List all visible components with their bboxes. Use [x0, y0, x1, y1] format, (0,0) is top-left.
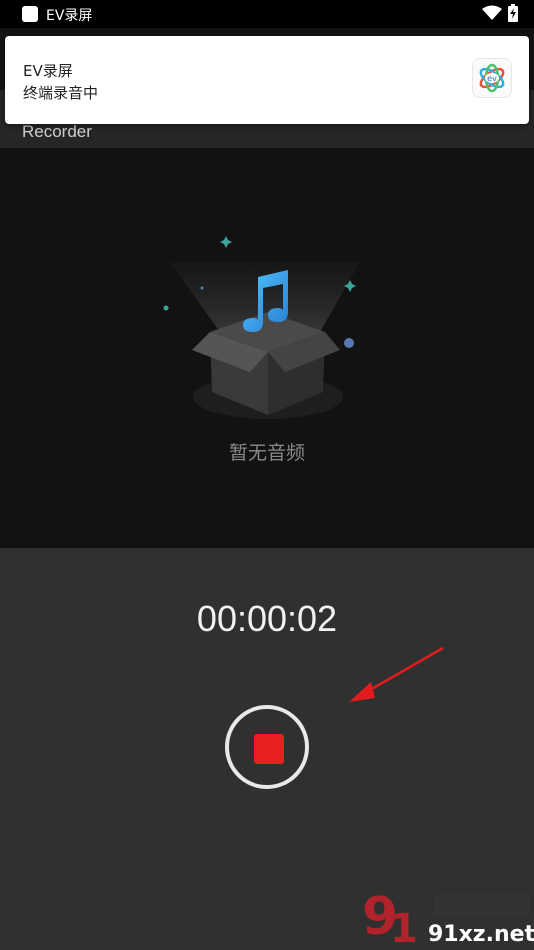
stop-recording-button[interactable]: [225, 705, 309, 789]
notification-message: 终端录音中: [23, 84, 99, 102]
status-app-title: EV录屏: [46, 8, 93, 24]
annotation-arrow: [349, 646, 444, 702]
toolbar-title: Recorder: [22, 122, 92, 141]
status-bar: EV录屏: [0, 0, 534, 28]
wifi-icon: [482, 5, 502, 20]
watermark-text: 91xz.net: [428, 922, 534, 947]
notification-app-name: EV录屏: [23, 62, 73, 80]
svg-text:1: 1: [390, 906, 418, 950]
empty-state-text: 暂无音频: [228, 442, 305, 464]
svg-text:ev: ev: [487, 74, 497, 83]
status-app-icon: [22, 6, 38, 22]
recording-notification[interactable]: EV录屏 终端录音中 ev: [5, 36, 529, 124]
music-box-icon: [163, 236, 360, 419]
battery-charging-icon: [508, 4, 518, 22]
recording-timer: 00:00:02: [196, 598, 338, 639]
ev-logo-icon: ev: [472, 58, 512, 98]
stop-icon: [254, 734, 284, 764]
